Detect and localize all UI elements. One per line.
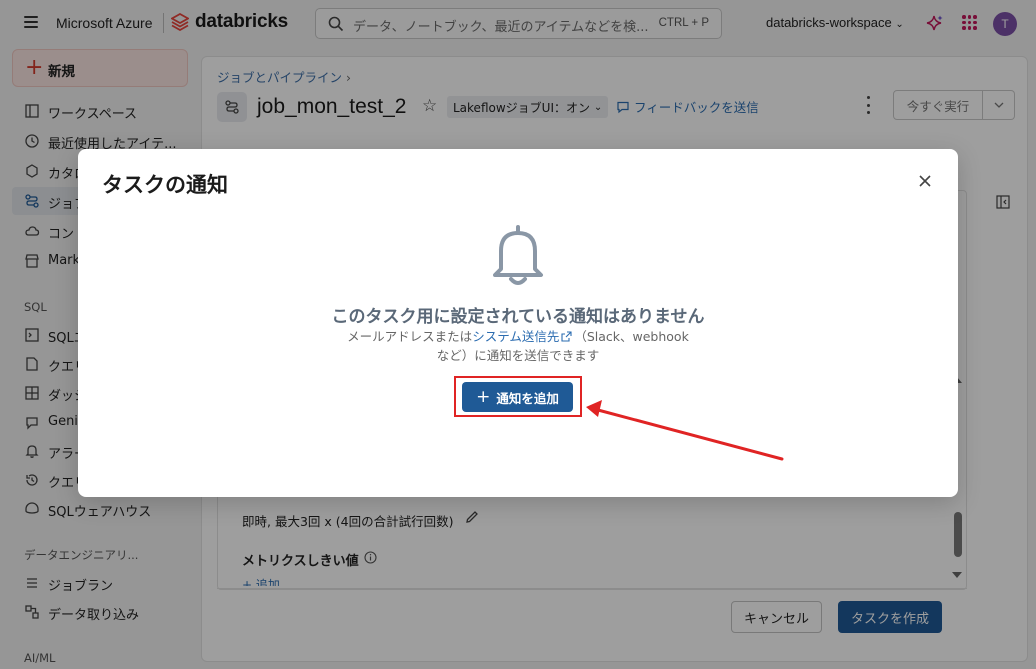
close-icon[interactable]	[917, 173, 933, 189]
description-line2: など）に通知を送信できます	[436, 348, 600, 363]
add-notification-button[interactable]: + 通知を追加	[462, 382, 573, 412]
empty-state-title: このタスク用に設定されている通知はありません	[331, 307, 705, 327]
empty-state-description: メールアドレスまたはシステム送信先 （Slack、webhook など）に通知を送…	[336, 327, 700, 365]
bell-icon	[493, 225, 543, 285]
plus-icon: +	[476, 386, 491, 407]
task-notifications-dialog: タスクの通知 このタスク用に設定されている通知はありません メールアドレスまたは…	[78, 149, 958, 497]
dialog-title: タスクの通知	[102, 173, 228, 197]
description-prefix: メールアドレスまたは	[347, 329, 473, 344]
system-destinations-link[interactable]: システム送信先	[472, 329, 559, 344]
description-suffix: （Slack、webhook	[574, 329, 689, 344]
add-notification-label: 通知を追加	[496, 390, 559, 406]
external-link-icon[interactable]	[561, 331, 572, 342]
